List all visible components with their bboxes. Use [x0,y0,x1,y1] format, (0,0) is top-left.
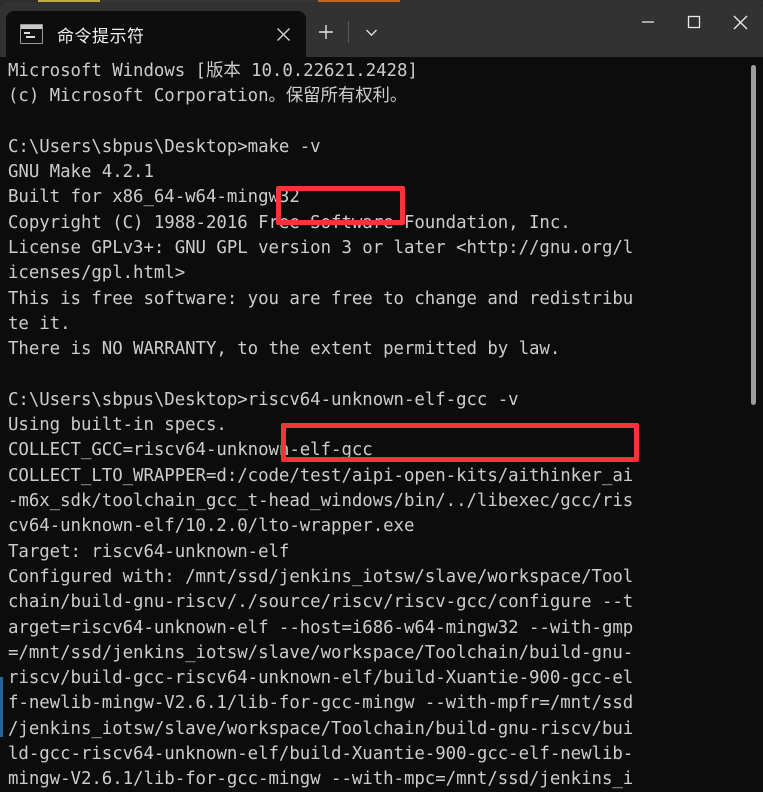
terminal-window: 命令提示符 Microsoft Windows [版本 10.0.22621.2… [0,2,763,792]
new-tab-group [306,9,391,57]
title-bar[interactable]: 命令提示符 [0,2,763,57]
toolbar-divider [348,21,349,43]
tab-strip: 命令提示符 [0,2,391,57]
console-icon [20,24,43,44]
left-edge-accent [0,677,3,737]
terminal-text: Microsoft Windows [版本 10.0.22621.2428] (… [8,61,634,790]
new-tab-icon[interactable] [309,15,343,49]
minimize-button[interactable] [625,2,671,42]
close-tab-icon[interactable] [266,17,300,51]
terminal-output-area[interactable]: Microsoft Windows [版本 10.0.22621.2428] (… [0,57,763,792]
tab-title: 命令提示符 [57,26,145,47]
tab-command-prompt[interactable]: 命令提示符 [6,11,306,57]
window-controls [625,2,763,57]
close-window-button[interactable] [717,2,763,42]
maximize-button[interactable] [671,2,717,42]
scrollbar-thumb[interactable] [751,65,756,405]
chevron-down-icon[interactable] [354,15,388,49]
